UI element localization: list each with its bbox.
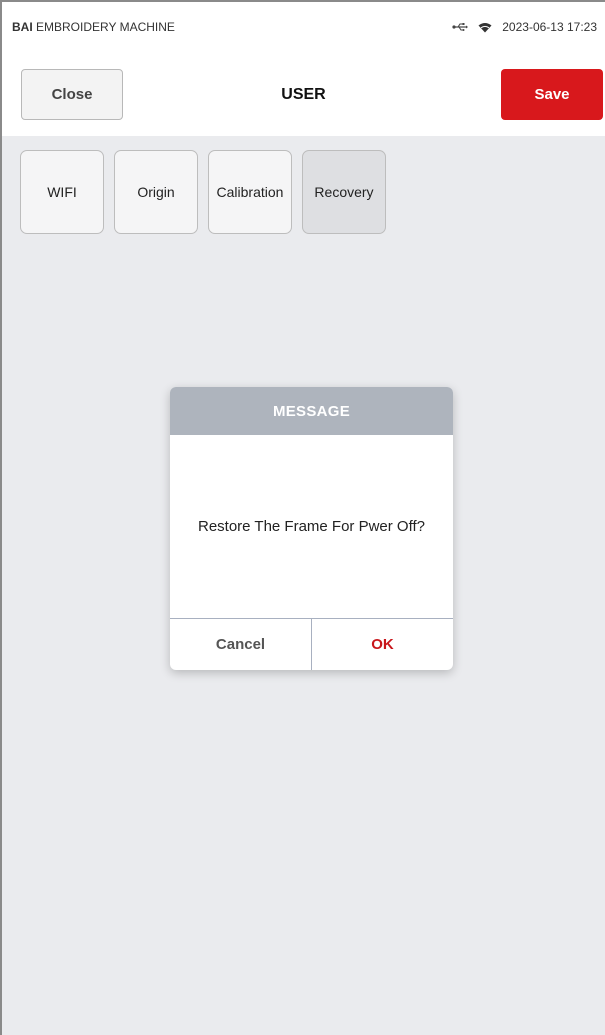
ok-button[interactable]: OK [312, 619, 453, 670]
status-indicators: 2023-06-13 17:23 [452, 20, 597, 34]
tab-wifi[interactable]: WIFI [20, 150, 104, 234]
header-bar: Close USER Save [2, 52, 605, 136]
settings-tabs: WIFI Origin Calibration Recovery [20, 150, 386, 234]
tab-recovery[interactable]: Recovery [302, 150, 386, 234]
dialog-actions: Cancel OK [170, 618, 453, 670]
close-button[interactable]: Close [21, 69, 123, 120]
wifi-icon [478, 22, 492, 33]
tab-origin[interactable]: Origin [114, 150, 198, 234]
app-frame: BAI EMBROIDERY MACHINE 2023-06-13 17:23 … [0, 0, 605, 1035]
dialog-title: MESSAGE [170, 387, 453, 435]
brand-bold: BAI [12, 20, 33, 34]
status-datetime: 2023-06-13 17:23 [502, 20, 597, 34]
brand-label: BAI EMBROIDERY MACHINE [12, 20, 175, 34]
dialog-message: Restore The Frame For Pwer Off? [197, 518, 426, 535]
message-dialog: MESSAGE Restore The Frame For Pwer Off? … [170, 387, 453, 670]
cancel-button[interactable]: Cancel [170, 619, 312, 670]
usb-icon [452, 22, 469, 32]
status-bar: BAI EMBROIDERY MACHINE 2023-06-13 17:23 [2, 2, 605, 52]
brand-rest: EMBROIDERY MACHINE [32, 20, 175, 34]
tab-calibration[interactable]: Calibration [208, 150, 292, 234]
save-button[interactable]: Save [501, 69, 603, 120]
